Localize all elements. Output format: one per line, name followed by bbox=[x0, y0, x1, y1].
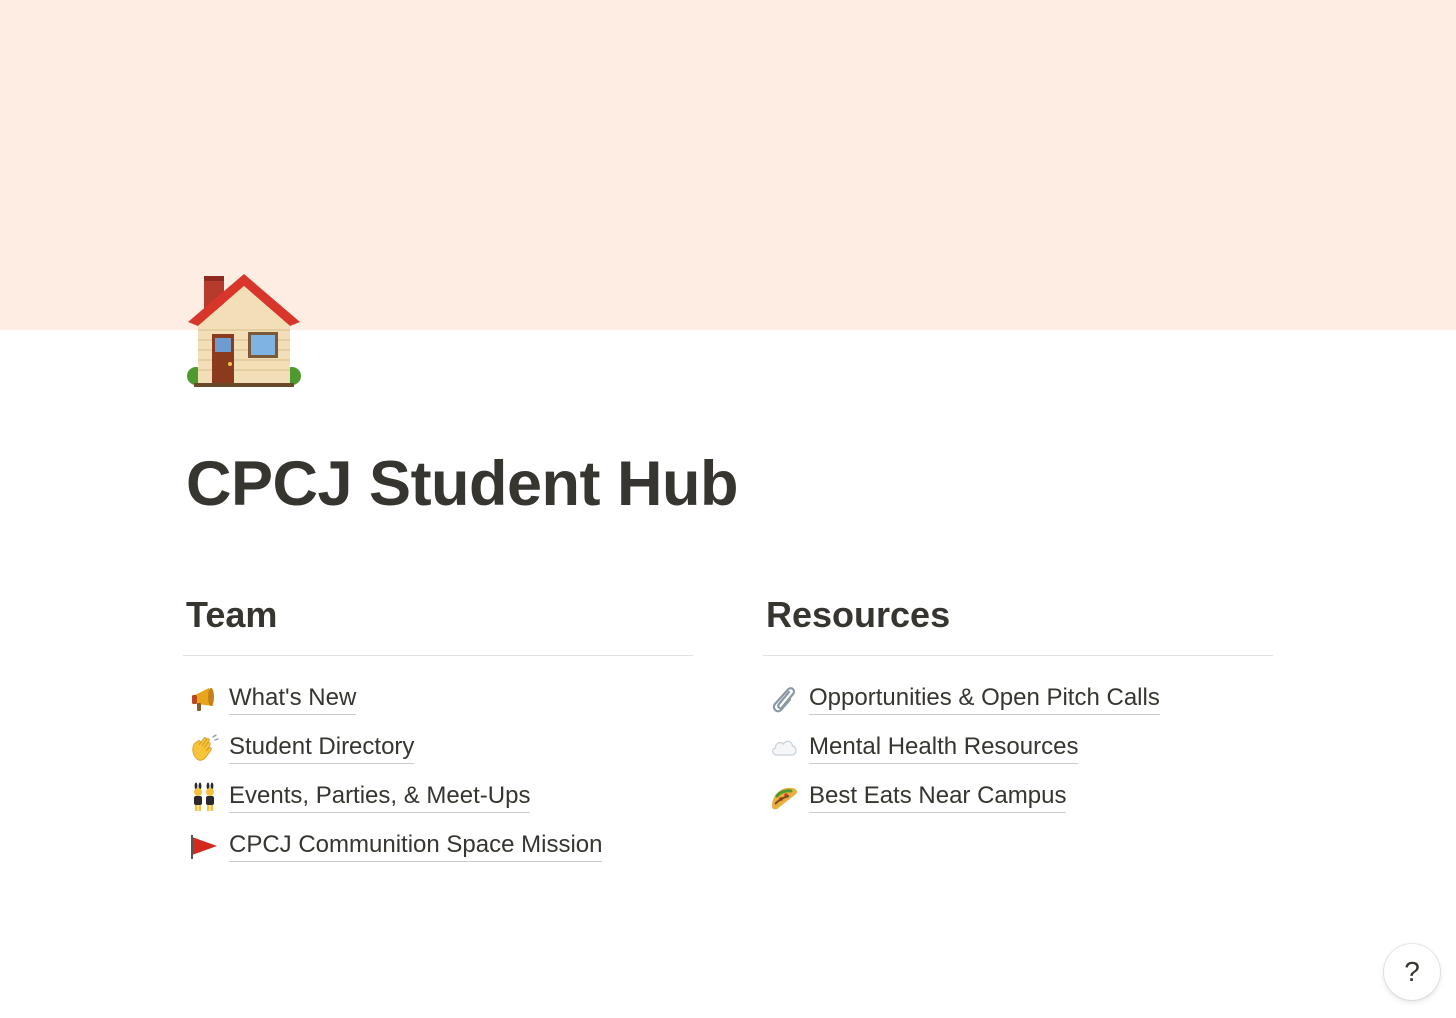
waving-hand-icon bbox=[188, 732, 220, 764]
team-divider bbox=[183, 655, 693, 656]
link-whats-new[interactable]: What's New bbox=[183, 674, 693, 723]
link-opportunities[interactable]: Opportunities & Open Pitch Calls bbox=[763, 674, 1273, 723]
team-link-list: What's New Student Directory Events, Par… bbox=[183, 674, 693, 870]
resources-divider bbox=[763, 655, 1273, 656]
link-label[interactable]: Events, Parties, & Meet-Ups bbox=[229, 781, 531, 813]
link-label[interactable]: What's New bbox=[229, 683, 357, 715]
people-with-bunny-ears-icon bbox=[188, 781, 220, 813]
link-label[interactable]: Opportunities & Open Pitch Calls bbox=[809, 683, 1160, 715]
resources-link-list: Opportunities & Open Pitch Calls Mental … bbox=[763, 674, 1273, 821]
cloud-icon bbox=[768, 732, 800, 764]
link-mental-health[interactable]: Mental Health Resources bbox=[763, 723, 1273, 772]
resources-heading: Resources bbox=[766, 594, 951, 635]
page-title[interactable]: CPCJ Student Hub bbox=[186, 446, 739, 522]
team-heading: Team bbox=[186, 594, 278, 635]
link-events[interactable]: Events, Parties, & Meet-Ups bbox=[183, 772, 693, 821]
red-flag-icon bbox=[188, 830, 220, 862]
resources-column: Resources Opportunities & Open Pitch Cal… bbox=[763, 592, 1273, 821]
link-label[interactable]: Best Eats Near Campus bbox=[809, 781, 1067, 813]
link-student-directory[interactable]: Student Directory bbox=[183, 723, 693, 772]
taco-icon bbox=[768, 781, 800, 813]
link-best-eats[interactable]: Best Eats Near Campus bbox=[763, 772, 1273, 821]
megaphone-icon bbox=[188, 683, 220, 715]
help-button[interactable]: ? bbox=[1384, 944, 1440, 1000]
link-label[interactable]: CPCJ Communition Space Mission bbox=[229, 830, 603, 862]
link-space-mission[interactable]: CPCJ Communition Space Mission bbox=[183, 821, 693, 870]
paperclip-icon bbox=[768, 683, 800, 715]
link-label[interactable]: Student Directory bbox=[229, 732, 415, 764]
team-column: Team What's New Student Directory Events… bbox=[183, 592, 693, 870]
house-icon[interactable] bbox=[186, 272, 302, 388]
link-label[interactable]: Mental Health Resources bbox=[809, 732, 1079, 764]
